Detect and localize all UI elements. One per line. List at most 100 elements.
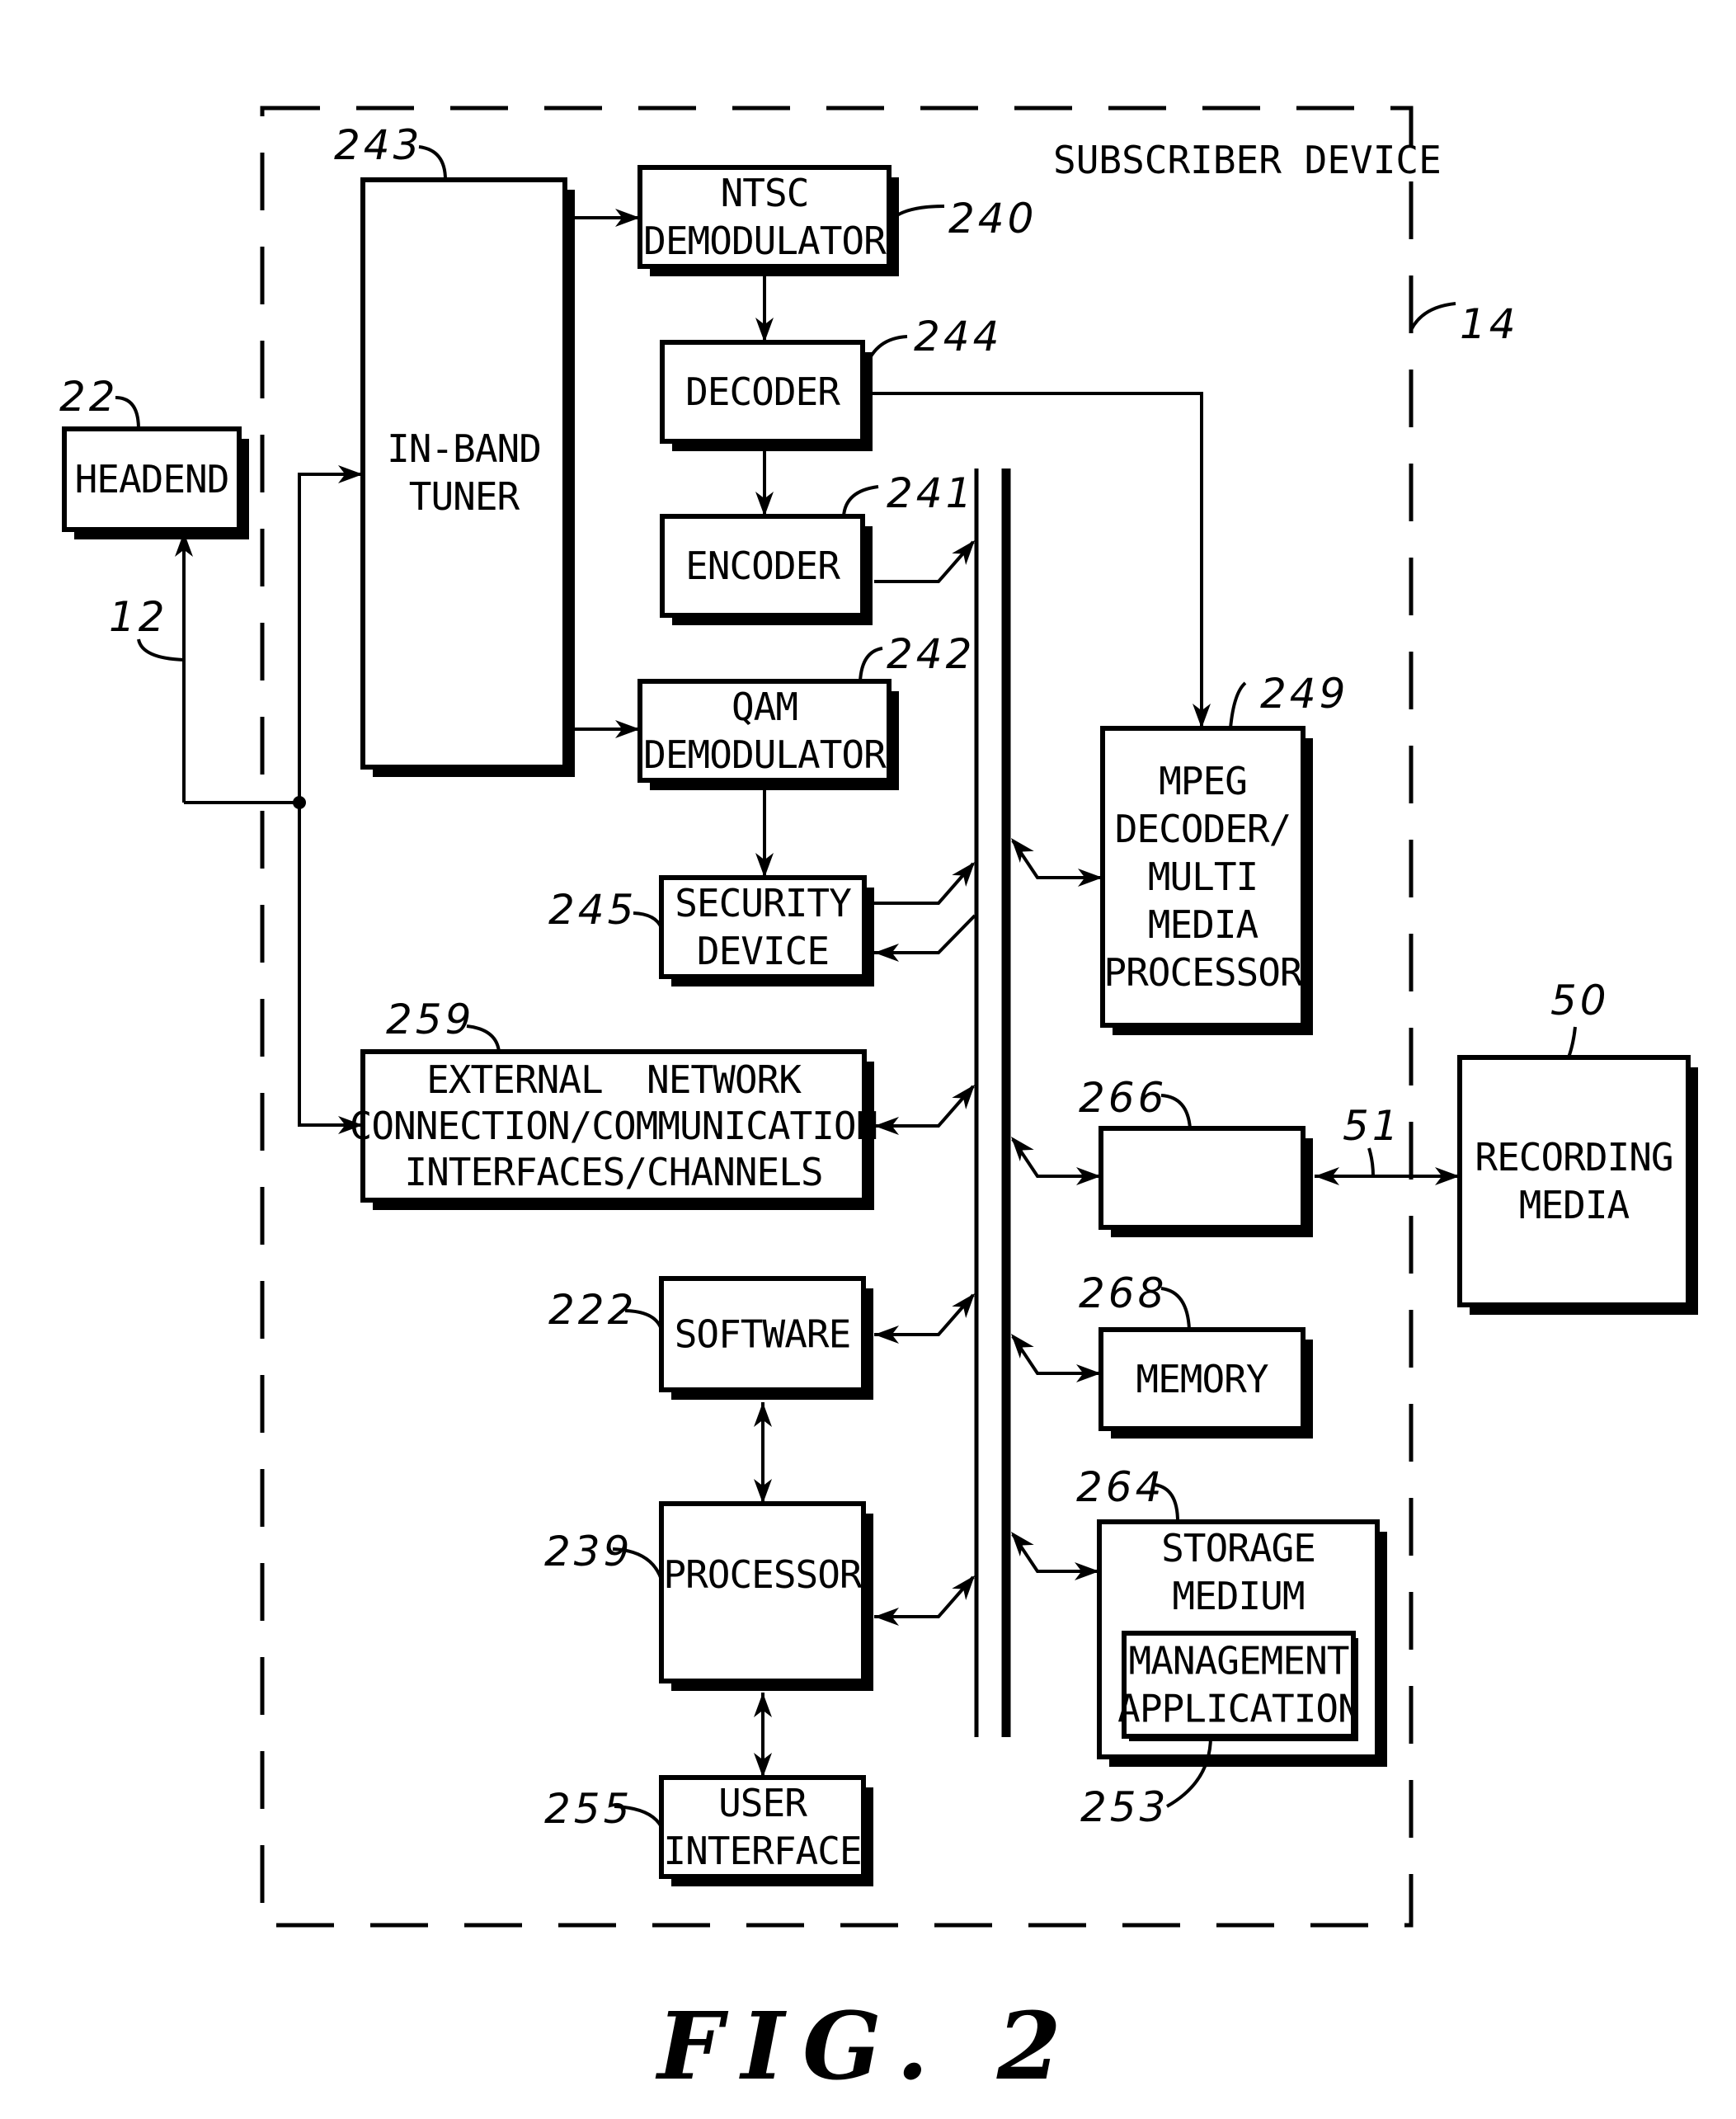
memory-bus-link bbox=[1011, 1335, 1099, 1375]
box266-bus-link bbox=[1011, 1137, 1099, 1178]
recording-link-ref-leader bbox=[1367, 1147, 1375, 1177]
recording-link-ref-numeral: 51 bbox=[1343, 1102, 1402, 1150]
encoder-ref-leader bbox=[842, 485, 879, 517]
software-label-line: SOFTWARE bbox=[675, 1312, 851, 1357]
mpeg-ref-leader bbox=[1229, 681, 1247, 729]
box266-ref-numeral: 266 bbox=[1079, 1074, 1167, 1122]
extnet-label-line: EXTERNAL NETWORK bbox=[426, 1057, 802, 1102]
memory-label-line: MEMORY bbox=[1136, 1357, 1268, 1401]
recording-box bbox=[1457, 1055, 1691, 1307]
qam-ref-leader bbox=[859, 647, 883, 682]
tuner-box bbox=[360, 177, 567, 770]
ntsc-ref-leader bbox=[891, 205, 945, 220]
mgmt-block: MANAGEMENTAPPLICATION 253 bbox=[1080, 1631, 1361, 1831]
ui-label-line: INTERFACE bbox=[663, 1829, 861, 1873]
mpeg-bus-link bbox=[1011, 839, 1101, 879]
block-diagram: SUBSCRIBER DEVICE 14 HEADEND 22 IN-BANDTUN… bbox=[59, 106, 1698, 2101]
mpeg-ref-numeral: 249 bbox=[1260, 670, 1348, 718]
encoder-label-line: ENCODER bbox=[685, 544, 840, 588]
ntsc-block: NTSCDEMODULATOR 240 bbox=[637, 165, 1037, 276]
decoder-label-line: DECODER bbox=[685, 370, 840, 414]
qam-label-line: DEMODULATOR bbox=[643, 732, 887, 777]
extnet-bus-link bbox=[874, 1085, 975, 1128]
cable-to-tuner bbox=[298, 473, 361, 803]
software-block: SOFTWARE 222 bbox=[548, 1276, 873, 1400]
processor-bus-link bbox=[874, 1575, 975, 1618]
ui-label-line: USER bbox=[718, 1781, 807, 1825]
security-block: SECURITYDEVICE 245 bbox=[548, 875, 874, 987]
encoder-block: ENCODER 241 bbox=[660, 469, 975, 625]
mpeg-label-line: PROCESSOR bbox=[1103, 950, 1303, 995]
decoder-ref-numeral: 244 bbox=[914, 313, 1002, 360]
recording-ref-numeral: 50 bbox=[1550, 977, 1610, 1024]
extnet-label-line: CONNECTION/COMMUNICATION bbox=[350, 1104, 878, 1148]
mgmt-ref-numeral: 253 bbox=[1080, 1783, 1169, 1831]
storage-label-line: MEDIUM bbox=[1172, 1574, 1304, 1618]
headend-label-line: HEADEND bbox=[75, 457, 229, 501]
headend-ref-numeral: 22 bbox=[59, 373, 119, 421]
qam-block: QAMDEMODULATOR 242 bbox=[637, 630, 975, 790]
extnet-label-line: INTERFACES/CHANNELS bbox=[404, 1150, 822, 1194]
tuner-label-line: IN-BAND bbox=[387, 426, 541, 471]
tuner-ref-numeral: 243 bbox=[334, 121, 422, 169]
recording-label-line: RECORDING bbox=[1475, 1135, 1672, 1180]
security-ref-leader bbox=[633, 911, 663, 929]
memory-bus-link-bus-arrow-icon bbox=[1011, 1334, 1034, 1359]
decoder-block: DECODER 244 bbox=[660, 313, 1002, 451]
headend-block: HEADEND 22 bbox=[59, 373, 249, 539]
extnet-block: EXTERNAL NETWORKCONNECTION/COMMUNICATION… bbox=[350, 996, 878, 1210]
mpeg-label-line: DECODER/ bbox=[1115, 807, 1291, 851]
tuner-label-line: TUNER bbox=[409, 474, 520, 519]
mpeg-label-line: MEDIA bbox=[1148, 902, 1258, 947]
container-ref-leader bbox=[1409, 302, 1456, 331]
extnet-ref-numeral: 259 bbox=[386, 996, 474, 1043]
software-ref-numeral: 222 bbox=[548, 1286, 637, 1334]
recording-block: RECORDINGMEDIA 50 bbox=[1457, 977, 1698, 1315]
tuner-ref-leader bbox=[418, 145, 447, 181]
encoder-bus-link bbox=[874, 540, 975, 583]
box266-block: 266 bbox=[1079, 1074, 1313, 1237]
ntsc-label-line: DEMODULATOR bbox=[643, 219, 887, 263]
security-label-line: DEVICE bbox=[697, 929, 829, 973]
security-in-bus-link bbox=[874, 914, 976, 954]
qam-ref-numeral: 242 bbox=[887, 630, 975, 678]
storage-ref-numeral: 264 bbox=[1076, 1463, 1164, 1511]
mpeg-bus-link-bus-arrow-icon bbox=[1011, 838, 1034, 864]
ntsc-ref-numeral: 240 bbox=[948, 195, 1037, 243]
processor-ref-numeral: 239 bbox=[544, 1528, 633, 1575]
box266-box bbox=[1099, 1126, 1306, 1230]
storage-bus-link-bus-arrow-icon bbox=[1011, 1532, 1034, 1557]
memory-ref-numeral: 268 bbox=[1079, 1269, 1167, 1317]
storage-label-line: STORAGE bbox=[1161, 1526, 1315, 1570]
mpeg-label-line: MPEG bbox=[1159, 759, 1247, 803]
security-label-line: SECURITY bbox=[675, 881, 851, 925]
headend-ref-leader bbox=[115, 396, 140, 430]
cable-to-extnet bbox=[298, 803, 361, 1127]
ui-block: USERINTERFACE 255 bbox=[544, 1775, 873, 1886]
encoder-ref-numeral: 241 bbox=[887, 469, 975, 517]
software-bus-link bbox=[874, 1293, 975, 1336]
system-bus bbox=[974, 469, 1011, 1737]
container-title: SUBSCRIBER DEVICE bbox=[1053, 138, 1442, 182]
box266-bus-link-bus-arrow-icon bbox=[1011, 1137, 1034, 1162]
recording-ref-leader bbox=[1567, 1026, 1577, 1058]
processor-label-line: PROCESSOR bbox=[663, 1552, 863, 1597]
processor-block: PROCESSOR 239 bbox=[544, 1501, 873, 1691]
ntsc-label-line: NTSC bbox=[721, 171, 809, 215]
network-ref-leader bbox=[137, 638, 185, 662]
figure-caption: FIG. 2 bbox=[655, 1993, 1079, 2101]
mgmt-label-line: APPLICATION bbox=[1117, 1687, 1360, 1731]
security-ref-numeral: 245 bbox=[548, 886, 637, 934]
storage-bus-link bbox=[1011, 1533, 1098, 1573]
mpeg-label-line: MULTI bbox=[1148, 855, 1258, 899]
container-ref: 14 bbox=[1460, 300, 1519, 348]
recording-label-line: MEDIA bbox=[1519, 1183, 1630, 1227]
tuner-block: IN-BANDTUNER 243 bbox=[334, 121, 575, 777]
ui-ref-numeral: 255 bbox=[544, 1785, 633, 1833]
qam-label-line: QAM bbox=[732, 685, 797, 729]
security-out-bus-link bbox=[874, 862, 975, 905]
mgmt-label-line: MANAGEMENT bbox=[1129, 1639, 1349, 1683]
mpeg-block: MPEGDECODER/MULTIMEDIAPROCESSOR 249 bbox=[1100, 670, 1348, 1035]
memory-block: MEMORY 268 bbox=[1079, 1269, 1313, 1439]
network-ref-numeral: 12 bbox=[109, 593, 168, 641]
